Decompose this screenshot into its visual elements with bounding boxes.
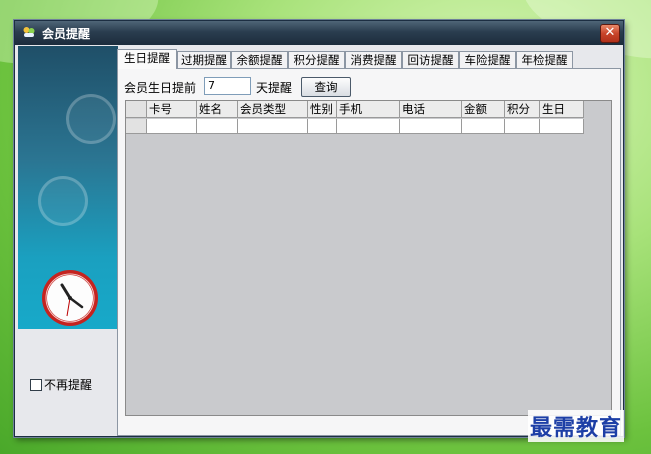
grid-cell[interactable] <box>197 119 238 134</box>
days-suffix-label: 天提醒 <box>256 81 293 95</box>
days-input[interactable]: 7 <box>204 77 251 95</box>
left-panel: 不再提醒 <box>18 46 118 433</box>
column-header[interactable]: 生日 <box>540 101 584 118</box>
grid-cell[interactable] <box>540 119 584 134</box>
grid-cell[interactable] <box>147 119 197 134</box>
member-reminder-window: 会员提醒 ✕ 不再提醒 生日提醒 过期提醒 余额提醒 积分提醒 消费提醒 回访提… <box>14 20 624 437</box>
column-header[interactable]: 卡号 <box>147 101 197 118</box>
column-header[interactable]: 性别 <box>308 101 337 118</box>
tab-balance[interactable]: 余额提醒 <box>231 51 288 69</box>
window-title: 会员提醒 <box>42 27 91 41</box>
tab-panel-birthday: 会员生日提前 7 天提醒 查询 卡号 姓名 会员类型 性别 手机 电话 金额 积… <box>117 68 621 436</box>
column-header[interactable]: 会员类型 <box>238 101 308 118</box>
table-row[interactable] <box>126 119 584 134</box>
decorative-banner <box>18 46 118 329</box>
watermark: 最需教育 <box>528 410 625 442</box>
birthday-advance-label: 会员生日提前 <box>124 81 197 95</box>
title-bar[interactable]: 会员提醒 ✕ <box>15 21 623 45</box>
row-header[interactable] <box>126 119 147 134</box>
tab-car-insurance[interactable]: 车险提醒 <box>459 51 516 69</box>
tab-points[interactable]: 积分提醒 <box>288 51 345 69</box>
grid-cell[interactable] <box>462 119 505 134</box>
close-button[interactable]: ✕ <box>600 24 620 43</box>
clock-icon <box>42 270 98 326</box>
grid-cell[interactable] <box>505 119 540 134</box>
query-button[interactable]: 查询 <box>301 77 351 97</box>
dont-remind-option[interactable]: 不再提醒 <box>30 376 92 393</box>
column-header[interactable]: 金额 <box>462 101 505 118</box>
dont-remind-label: 不再提醒 <box>44 378 93 392</box>
tab-consumption[interactable]: 消费提醒 <box>345 51 402 69</box>
member-icon <box>23 27 35 37</box>
member-grid[interactable]: 卡号 姓名 会员类型 性别 手机 电话 金额 积分 生日 <box>125 100 612 416</box>
row-header-corner <box>126 101 147 118</box>
tab-birthday[interactable]: 生日提醒 <box>117 49 177 69</box>
grid-cell[interactable] <box>238 119 308 134</box>
grid-header: 卡号 姓名 会员类型 性别 手机 电话 金额 积分 生日 <box>126 101 584 118</box>
column-header[interactable]: 积分 <box>505 101 540 118</box>
column-header[interactable]: 手机 <box>337 101 400 118</box>
dont-remind-checkbox[interactable] <box>30 378 42 391</box>
column-header[interactable]: 姓名 <box>197 101 238 118</box>
close-icon: ✕ <box>604 25 616 40</box>
grid-cell[interactable] <box>308 119 337 134</box>
faded-clock-icon <box>38 176 88 226</box>
tab-annual-inspection[interactable]: 年检提醒 <box>516 51 573 69</box>
grid-cell[interactable] <box>337 119 400 134</box>
tab-follow-up[interactable]: 回访提醒 <box>402 51 459 69</box>
faded-clock-icon <box>66 94 116 144</box>
grid-cell[interactable] <box>400 119 462 134</box>
tab-expiry[interactable]: 过期提醒 <box>177 51 231 69</box>
column-header[interactable]: 电话 <box>400 101 462 118</box>
